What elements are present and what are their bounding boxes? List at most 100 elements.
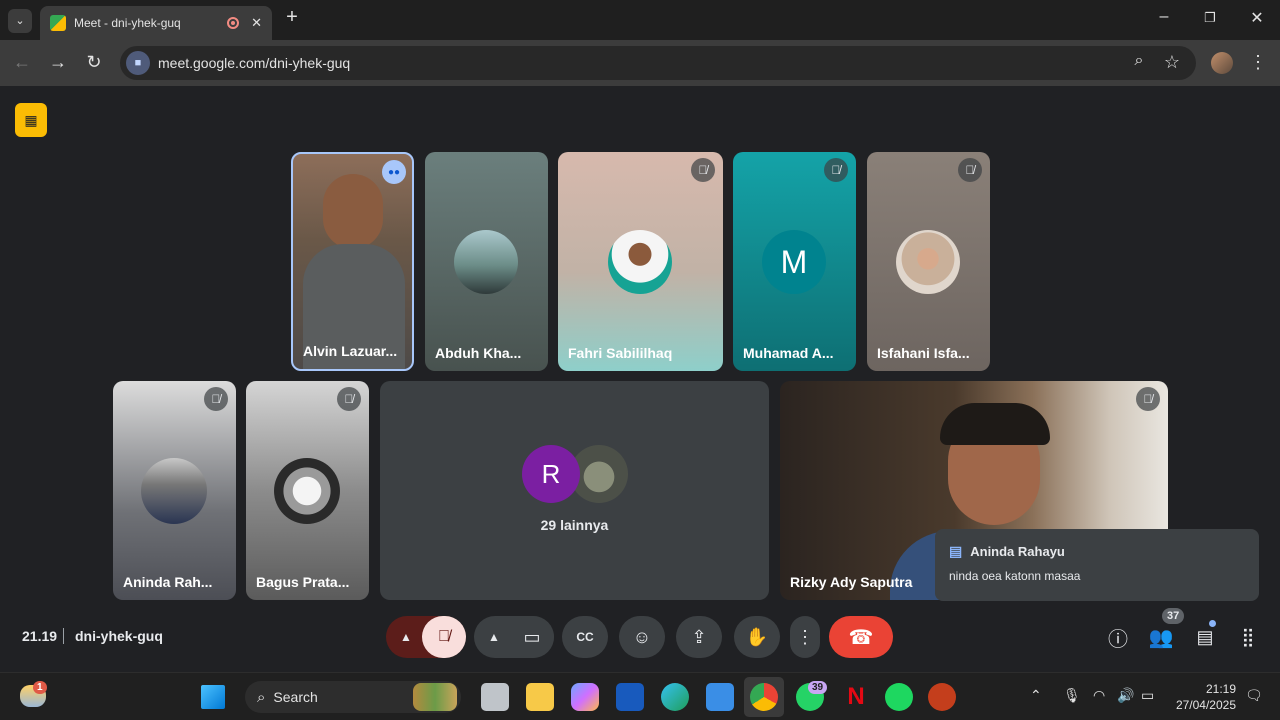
chat-unread-dot xyxy=(1209,620,1216,627)
task-view-icon[interactable] xyxy=(481,683,509,711)
zoom-icon[interactable]: ⌕ xyxy=(1127,52,1151,70)
camera-options-chevron-icon[interactable]: ▲ xyxy=(474,616,514,658)
mic-off-toggle-button[interactable]: 🎙̸ xyxy=(422,616,466,658)
mic-off-icon: 🎙̸ xyxy=(1136,387,1160,411)
participant-avatar xyxy=(896,230,960,294)
participant-avatar xyxy=(141,458,207,524)
taskbar-search-box[interactable]: ⌕ Search xyxy=(245,681,461,713)
netflix-icon[interactable]: N xyxy=(842,683,870,711)
show-hidden-icons-chevron-icon[interactable]: ⌃ xyxy=(1030,687,1042,704)
close-tab-icon[interactable]: ✕ xyxy=(251,15,262,31)
battery-icon[interactable]: ▭ xyxy=(1141,687,1154,704)
participant-name: Isfahani Isfa... xyxy=(877,345,970,361)
word-icon[interactable] xyxy=(616,683,644,711)
participant-name: Muhamad A... xyxy=(743,345,834,361)
minimize-icon[interactable]: – xyxy=(1152,8,1176,26)
camera-site-icon[interactable]: ■ xyxy=(126,51,150,75)
spotify-icon[interactable] xyxy=(885,683,913,711)
powerpoint-icon[interactable] xyxy=(928,683,956,711)
browser-tab-bar: ⌄ Meet - dni-yhek-guq ✕ + – ❐ ✕ xyxy=(0,0,1280,40)
chat-message-text: ninda oea katonn masaa xyxy=(949,569,1081,583)
file-explorer-icon[interactable] xyxy=(526,683,554,711)
clock-time: 21:19 xyxy=(1205,682,1236,696)
mic-off-icon: 🎙̸ xyxy=(337,387,361,411)
meeting-time: 21.19 xyxy=(22,628,58,644)
video-hair xyxy=(940,403,1050,445)
address-toolbar: ■ meet.google.com/dni-yhek-guq xyxy=(0,40,1280,86)
participant-tile-aninda[interactable]: 🎙̸ Aninda Rah... xyxy=(113,381,236,600)
participant-tile-fahri[interactable]: 🎙̸ Fahri Sabililhaq xyxy=(558,152,723,371)
microsoft-store-icon[interactable] xyxy=(706,683,734,711)
participant-name: Rizky Ady Saputra xyxy=(790,574,913,590)
chrome-icon[interactable] xyxy=(750,683,778,711)
wifi-icon[interactable]: ◠ xyxy=(1093,687,1105,704)
tab-title: Meet - dni-yhek-guq xyxy=(74,16,181,30)
chat-sender: Aninda Rahayu xyxy=(970,544,1065,559)
restore-icon[interactable]: ❐ xyxy=(1198,10,1222,26)
people-count-badge: 37 xyxy=(1162,608,1185,624)
copilot-icon[interactable] xyxy=(571,683,599,711)
participant-name: Alvin Lazuar... xyxy=(303,343,398,359)
participant-tile-abduh[interactable]: Abduh Kha... xyxy=(425,152,548,371)
edge-icon[interactable] xyxy=(661,683,689,711)
back-icon[interactable]: ← xyxy=(10,52,34,73)
mic-off-icon: 🎙̸ xyxy=(204,387,228,411)
active-tab[interactable]: Meet - dni-yhek-guq ✕ xyxy=(40,6,272,40)
speaking-indicator-icon: ●● xyxy=(382,160,406,184)
windows-start-icon[interactable] xyxy=(201,685,225,709)
url-text[interactable]: meet.google.com/dni-yhek-guq xyxy=(158,55,350,71)
participant-initial-avatar: M xyxy=(762,230,826,294)
notifications-icon[interactable]: 🗨 xyxy=(1245,687,1263,704)
participant-name: Abduh Kha... xyxy=(435,345,522,361)
others-initial-avatar: R xyxy=(522,445,580,503)
meeting-details-icon[interactable]: ⓘ xyxy=(1104,616,1132,658)
search-icon: ⌕ xyxy=(257,688,266,706)
microphone-tray-icon[interactable]: 🎙 xyxy=(1063,687,1081,704)
tab-search-chevron-icon[interactable]: ⌄ xyxy=(8,9,32,33)
search-placeholder: Search xyxy=(273,689,318,705)
others-tile[interactable]: R 29 lainnya xyxy=(380,381,769,600)
emoji-reactions-button[interactable]: ☺ xyxy=(619,616,665,658)
clock[interactable]: 21:19 27/04/2025 xyxy=(1170,681,1236,713)
participant-name: Bagus Prata... xyxy=(256,574,350,590)
present-screen-button[interactable]: ⇪ xyxy=(676,616,722,658)
low-bandwidth-icon[interactable]: ▦ xyxy=(15,103,47,137)
captions-button[interactable]: CC xyxy=(562,616,608,658)
meeting-controls: 21.19 dni-yhek-guq ▲ 🎙̸ ▲ ▭ CC ☺ ⇪ ✋ ⋮ ☎… xyxy=(0,608,1280,672)
participant-name: Fahri Sabililhaq xyxy=(568,345,673,361)
leave-call-button[interactable]: ☎ xyxy=(829,616,893,658)
raise-hand-button[interactable]: ✋ xyxy=(734,616,780,658)
whatsapp-badge: 39 xyxy=(808,681,828,694)
participant-avatar xyxy=(454,230,518,294)
participant-name: Aninda Rah... xyxy=(123,574,213,590)
close-window-icon[interactable]: ✕ xyxy=(1245,8,1269,28)
participant-avatar xyxy=(274,458,340,524)
profile-avatar[interactable] xyxy=(1211,52,1233,74)
meeting-code: dni-yhek-guq xyxy=(75,628,163,644)
mic-off-icon: 🎙̸ xyxy=(958,158,982,182)
bookmark-star-icon[interactable]: ☆ xyxy=(1160,52,1184,73)
video-face xyxy=(323,174,383,249)
new-tab-button[interactable]: + xyxy=(280,6,304,29)
clock-date: 27/04/2025 xyxy=(1175,698,1236,712)
participant-avatar xyxy=(608,230,672,294)
divider xyxy=(63,628,64,644)
volume-icon[interactable]: 🔊 xyxy=(1117,687,1134,704)
camera-toggle-button[interactable]: ▭ xyxy=(510,616,554,658)
omnibox[interactable]: ■ meet.google.com/dni-yhek-guq xyxy=(120,46,1196,80)
mic-off-icon: 🎙̸ xyxy=(691,158,715,182)
mic-options-chevron-icon[interactable]: ▲ xyxy=(386,616,426,658)
activities-grid-icon[interactable]: ⣿ xyxy=(1234,616,1262,658)
participant-tile-bagus[interactable]: 🎙̸ Bagus Prata... xyxy=(246,381,369,600)
search-highlight-icon xyxy=(413,683,457,711)
meet-favicon-icon xyxy=(50,15,66,31)
reload-icon[interactable]: ↻ xyxy=(82,52,106,73)
forward-icon[interactable]: → xyxy=(46,52,70,73)
participant-tile-isfahani[interactable]: 🎙̸ Isfahani Isfa... xyxy=(867,152,990,371)
menu-kebab-icon[interactable]: ⋮ xyxy=(1246,52,1270,73)
chat-notification[interactable]: ▤ Aninda Rahayu ninda oea katonn masaa xyxy=(935,529,1259,601)
participant-tile-muhamad[interactable]: M 🎙̸ Muhamad A... xyxy=(733,152,856,371)
participant-tile-alvin[interactable]: ●● Alvin Lazuar... xyxy=(291,152,414,371)
more-options-button[interactable]: ⋮ xyxy=(790,616,820,658)
chat-message-icon: ▤ xyxy=(949,543,963,559)
